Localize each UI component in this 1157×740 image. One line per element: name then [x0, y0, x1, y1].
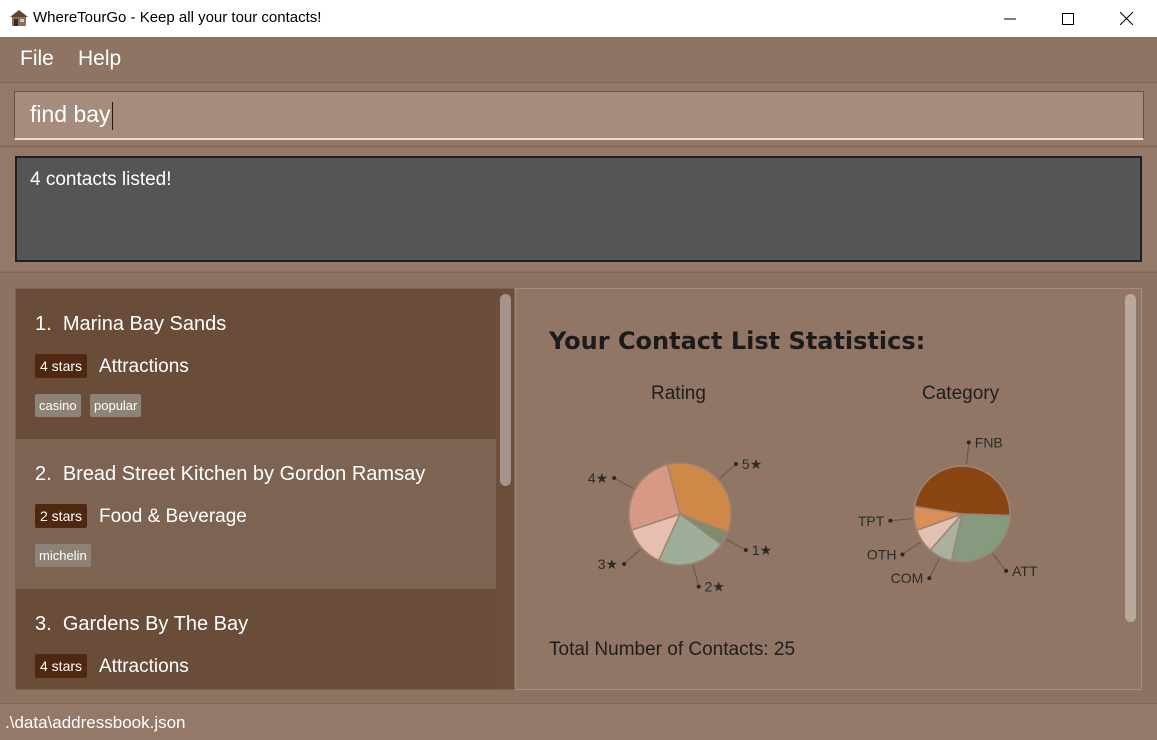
rating-badge: 2 stars: [35, 504, 88, 528]
pie-leader-line: [992, 553, 1007, 572]
rating-badge: 4 stars: [35, 354, 88, 378]
pie-leader-line: [890, 518, 913, 522]
menu-bar: File Help: [0, 37, 1157, 81]
pie-leader-dot: [966, 440, 971, 445]
pie-leader-line: [726, 538, 747, 551]
pie-leader-dot: [743, 547, 748, 552]
scrollbar-thumb[interactable]: [1125, 294, 1136, 622]
contact-tag: michelin: [35, 544, 91, 567]
menu-help[interactable]: Help: [78, 47, 121, 71]
pie-label: FNB: [975, 434, 1003, 450]
pie-label: TPT: [858, 513, 885, 529]
main-content: 1. Marina Bay Sands 4 stars Attractions …: [0, 272, 1157, 702]
menu-file[interactable]: File: [20, 47, 54, 71]
pie-label: COM: [891, 570, 924, 586]
pie-label: 4★: [588, 470, 608, 486]
minimize-icon: [1004, 18, 1016, 19]
contact-card[interactable]: 3. Gardens By The Bay 4 stars Attraction…: [16, 589, 496, 689]
pie-leader-dot: [900, 552, 905, 557]
result-message: 4 contacts listed!: [30, 169, 172, 190]
app-hut-icon: [10, 10, 28, 26]
command-input[interactable]: find bay: [14, 91, 1144, 140]
pie-leader-line: [966, 442, 970, 465]
pie-leader-dot: [888, 518, 893, 523]
close-icon: [1119, 12, 1133, 25]
pie-leader-dot: [696, 584, 701, 589]
contact-card[interactable]: 1. Marina Bay Sands 4 stars Attractions …: [16, 289, 496, 439]
contact-tag: casino: [35, 394, 81, 417]
pie-leader-dot: [733, 462, 738, 467]
pie-leader-line: [623, 548, 641, 565]
statistics-panel: Your Contact List Statistics: Rating Cat…: [515, 288, 1142, 690]
rating-badge: 4 stars: [35, 654, 88, 678]
pie-leader-line: [719, 463, 737, 480]
contact-title: 1. Marina Bay Sands: [35, 313, 227, 335]
contact-list[interactable]: 1. Marina Bay Sands 4 stars Attractions …: [15, 288, 515, 690]
pie-leader-line: [928, 558, 940, 579]
close-button[interactable]: [1097, 0, 1155, 37]
contact-category: Attractions: [99, 656, 189, 677]
contact-list-scrollbar[interactable]: [498, 294, 512, 686]
pie-label: 1★: [752, 542, 772, 558]
pie-label: 3★: [598, 556, 618, 572]
command-input-value: find bay: [30, 101, 111, 127]
contact-category: Food & Beverage: [99, 506, 247, 527]
result-display: 4 contacts listed!: [15, 156, 1142, 262]
maximize-icon: [1062, 12, 1074, 25]
pie-leader-line: [902, 541, 921, 555]
contact-title: 2. Bread Street Kitchen by Gordon Ramsay: [35, 463, 426, 485]
pie-leader-line: [692, 565, 700, 587]
total-contacts: Total Number of Contacts: 25: [549, 639, 796, 660]
contact-title: 3. Gardens By The Bay: [35, 613, 249, 635]
pie-label: 2★: [705, 579, 725, 595]
pie-leader-dot: [612, 476, 617, 481]
data-file-path: .\data\addressbook.json: [5, 713, 186, 732]
maximize-button[interactable]: [1039, 0, 1097, 37]
text-caret: [111, 101, 113, 130]
result-display-area: 4 contacts listed!: [0, 146, 1157, 271]
pie-label: OTH: [867, 546, 897, 562]
minimize-button[interactable]: [981, 0, 1039, 37]
pie-leader-dot: [1004, 568, 1009, 573]
pie-leader-dot: [622, 561, 627, 566]
status-bar: .\data\addressbook.json: [0, 703, 1157, 740]
window-title-bar: WhereTourGo - Keep all your tour contact…: [0, 0, 1157, 37]
pie-label: 5★: [742, 456, 762, 472]
contact-tag: popular: [90, 394, 142, 417]
pie-leader-line: [613, 477, 634, 490]
statistics-scrollbar[interactable]: [1123, 294, 1137, 624]
pie-leader-dot: [927, 576, 932, 581]
contact-category: Attractions: [99, 356, 189, 377]
scrollbar-thumb[interactable]: [500, 294, 511, 486]
window-title: WhereTourGo - Keep all your tour contact…: [33, 9, 322, 26]
pie-label: ATT: [1012, 563, 1038, 579]
statistics-pie-charts: 5★ 1★ 2★ 3★ 4★ FNB ATT COM OTH TPT: [588, 434, 1038, 595]
contact-card[interactable]: 2. Bread Street Kitchen by Gordon Ramsay…: [16, 439, 496, 589]
command-box-area: find bay: [0, 82, 1157, 145]
